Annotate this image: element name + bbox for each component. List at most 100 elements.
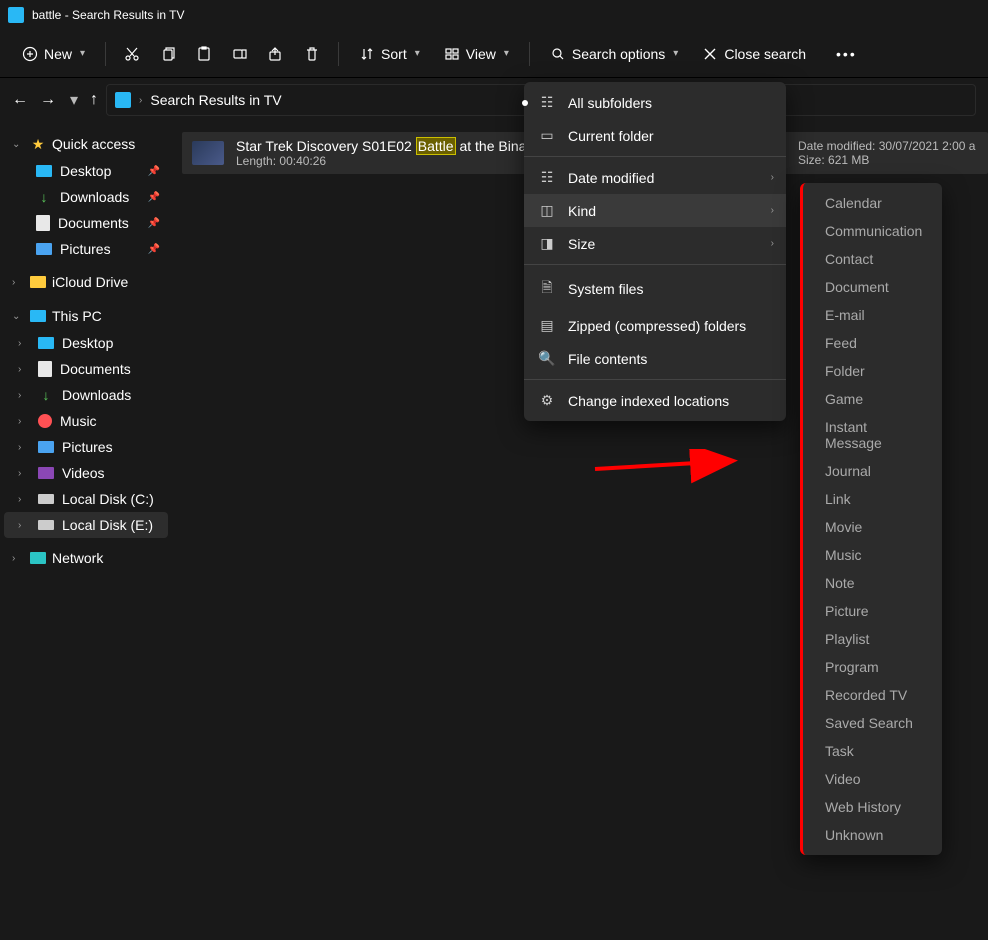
breadcrumb-sep-icon: ›: [139, 95, 142, 106]
sidebar-item-desktop[interactable]: Desktop📌: [4, 158, 168, 184]
kind-option-document[interactable]: Document: [803, 273, 942, 301]
folder-icon: [30, 276, 46, 288]
sidebar-icloud[interactable]: › iCloud Drive: [4, 268, 168, 296]
kind-option-program[interactable]: Program: [803, 653, 942, 681]
sidebar-item-pictures[interactable]: ›Pictures: [4, 434, 168, 460]
copy-icon: [160, 46, 176, 62]
rename-icon: [232, 46, 248, 62]
menu-kind[interactable]: ◫ Kind ›: [524, 194, 786, 227]
sidebar-network[interactable]: › Network: [4, 544, 168, 572]
sidebar-item-downloads[interactable]: ›↓Downloads: [4, 382, 168, 408]
paste-icon: [196, 46, 212, 62]
kind-submenu: CalendarCommunicationContactDocumentE-ma…: [800, 183, 942, 855]
kind-option-picture[interactable]: Picture: [803, 597, 942, 625]
app-icon: [8, 7, 24, 23]
chevron-right-icon: ›: [18, 468, 30, 479]
chevron-right-icon: ›: [18, 494, 30, 505]
sidebar-quick-access[interactable]: ⌄ ★ Quick access: [4, 130, 168, 158]
kind-option-video[interactable]: Video: [803, 765, 942, 793]
kind-option-game[interactable]: Game: [803, 385, 942, 413]
sidebar: ⌄ ★ Quick access Desktop📌↓Downloads📌Docu…: [0, 122, 172, 940]
kind-option-note[interactable]: Note: [803, 569, 942, 597]
view-icon: [444, 46, 460, 62]
close-search-button[interactable]: Close search: [692, 40, 816, 68]
paste-button[interactable]: [188, 40, 220, 68]
kind-option-web-history[interactable]: Web History: [803, 793, 942, 821]
kind-option-journal[interactable]: Journal: [803, 457, 942, 485]
size-icon: ◨: [538, 235, 556, 252]
titlebar: battle - Search Results in TV: [0, 0, 988, 30]
up-button[interactable]: ↑: [90, 91, 98, 109]
breadcrumb-label: Search Results in TV: [150, 92, 281, 108]
sidebar-item-documents[interactable]: ›Documents: [4, 356, 168, 382]
kind-option-movie[interactable]: Movie: [803, 513, 942, 541]
vid-icon: [38, 467, 54, 479]
sidebar-item-music[interactable]: ›Music: [4, 408, 168, 434]
cut-button[interactable]: [116, 40, 148, 68]
sort-button[interactable]: Sort▾: [349, 40, 430, 68]
pin-icon: 📌: [148, 218, 160, 229]
kind-option-link[interactable]: Link: [803, 485, 942, 513]
sidebar-item-documents[interactable]: Documents📌: [4, 210, 168, 236]
result-info: Date modified: 30/07/2021 2:00 a Size: 6…: [798, 139, 978, 167]
forward-button[interactable]: →: [40, 91, 56, 109]
chevron-right-icon: ›: [18, 364, 30, 375]
menu-zipped[interactable]: ▤ Zipped (compressed) folders: [524, 309, 786, 342]
sidebar-this-pc[interactable]: ⌄ This PC: [4, 302, 168, 330]
kind-option-unknown[interactable]: Unknown: [803, 821, 942, 849]
recent-button[interactable]: ▾: [70, 90, 78, 110]
sidebar-item-desktop[interactable]: ›Desktop: [4, 330, 168, 356]
more-button[interactable]: •••: [828, 40, 865, 68]
calendar-icon: ☷: [538, 169, 556, 186]
star-icon: ★: [30, 136, 46, 152]
kind-option-e-mail[interactable]: E-mail: [803, 301, 942, 329]
view-button[interactable]: View▾: [434, 40, 519, 68]
kind-option-task[interactable]: Task: [803, 737, 942, 765]
chevron-right-icon: ›: [12, 553, 24, 564]
sidebar-item-downloads[interactable]: ↓Downloads📌: [4, 184, 168, 210]
sidebar-item-local-disk-c-[interactable]: ›Local Disk (C:): [4, 486, 168, 512]
pin-icon: 📌: [148, 166, 160, 177]
kind-option-playlist[interactable]: Playlist: [803, 625, 942, 653]
kind-option-saved-search[interactable]: Saved Search: [803, 709, 942, 737]
sidebar-item-pictures[interactable]: Pictures📌: [4, 236, 168, 262]
menu-file-contents[interactable]: 🔍 File contents: [524, 342, 786, 375]
chevron-right-icon: ›: [18, 520, 30, 531]
share-button[interactable]: [260, 40, 292, 68]
rename-button[interactable]: [224, 40, 256, 68]
kind-option-recorded-tv[interactable]: Recorded TV: [803, 681, 942, 709]
search-options-button[interactable]: Search options▾: [540, 40, 688, 68]
sidebar-item-videos[interactable]: ›Videos: [4, 460, 168, 486]
index-icon: ⚙: [538, 392, 556, 409]
kind-option-folder[interactable]: Folder: [803, 357, 942, 385]
kind-option-communication[interactable]: Communication: [803, 217, 942, 245]
kind-option-feed[interactable]: Feed: [803, 329, 942, 357]
kind-icon: ◫: [538, 202, 556, 219]
new-button[interactable]: New▾: [12, 40, 95, 68]
menu-size[interactable]: ◨ Size ›: [524, 227, 786, 260]
contents-icon: 🔍: [538, 350, 556, 367]
chevron-right-icon: ›: [18, 338, 30, 349]
kind-option-instant-message[interactable]: Instant Message: [803, 413, 942, 457]
disk-icon: [38, 520, 54, 530]
copy-button[interactable]: [152, 40, 184, 68]
monitor-icon: [38, 337, 54, 349]
kind-option-music[interactable]: Music: [803, 541, 942, 569]
menu-current-folder[interactable]: ▭ Current folder: [524, 119, 786, 152]
location-icon: [115, 92, 131, 108]
back-button[interactable]: ←: [12, 91, 28, 109]
menu-date-modified[interactable]: ☷ Date modified ›: [524, 161, 786, 194]
menu-change-indexed[interactable]: ⚙ Change indexed locations: [524, 384, 786, 417]
pic-icon: [36, 243, 52, 255]
kind-option-contact[interactable]: Contact: [803, 245, 942, 273]
pic-icon: [38, 441, 54, 453]
kind-option-calendar[interactable]: Calendar: [803, 189, 942, 217]
plus-circle-icon: [22, 46, 38, 62]
menu-system-files[interactable]: 🗎 System files: [524, 269, 786, 309]
delete-button[interactable]: [296, 40, 328, 68]
pin-icon: 📌: [148, 192, 160, 203]
nav-arrows: ← → ▾ ↑: [12, 90, 98, 110]
menu-all-subfolders[interactable]: ☷ All subfolders: [524, 86, 786, 119]
sidebar-item-local-disk-e-[interactable]: ›Local Disk (E:): [4, 512, 168, 538]
close-icon: [702, 46, 718, 62]
